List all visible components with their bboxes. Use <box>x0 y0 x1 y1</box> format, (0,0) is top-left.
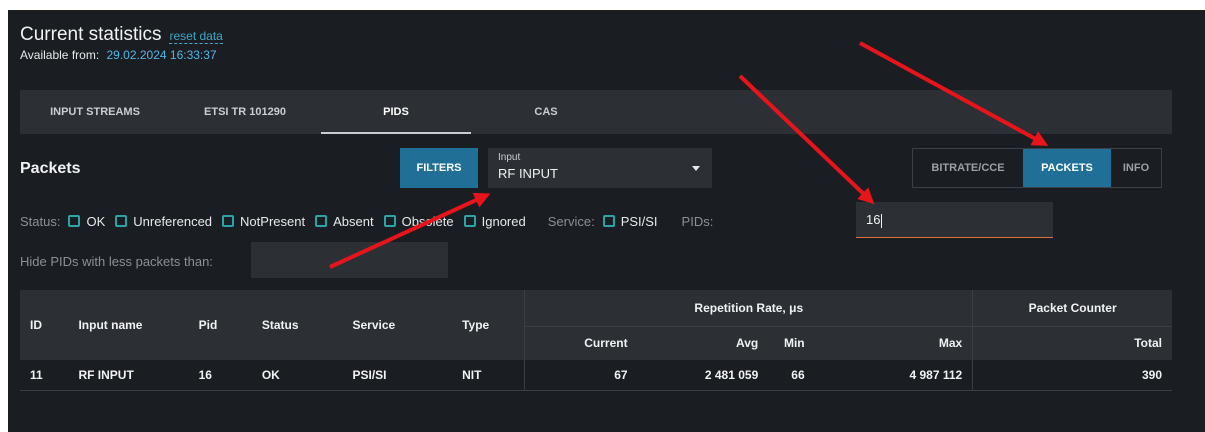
page-title: Current statistics <box>20 24 162 45</box>
tab-cas[interactable]: CAS <box>471 90 621 134</box>
cell-status: OK <box>251 360 343 391</box>
pids-table: ID Input name Pid Status Service Type Re… <box>20 290 1172 391</box>
view-packets-button[interactable]: PACKETS <box>1023 149 1111 187</box>
col-current: Current <box>524 325 638 360</box>
hide-pids-input[interactable] <box>251 242 448 278</box>
absent-checkbox[interactable] <box>315 215 328 227</box>
col-type: Type <box>452 290 525 360</box>
absent-label: Absent <box>333 213 374 229</box>
chevron-down-icon <box>692 166 700 171</box>
view-bitrate-button[interactable]: BITRATE/CCE <box>913 149 1023 187</box>
notpresent-checkbox[interactable] <box>222 215 235 227</box>
pids-input-value: 16 <box>866 212 881 227</box>
pids-input[interactable]: 16 <box>856 202 1053 238</box>
service-filter-label: Service: <box>547 213 595 229</box>
input-select-value: RF INPUT <box>498 166 558 181</box>
obsolete-checkbox[interactable] <box>383 215 396 227</box>
statistics-app: Current statistics reset data Available … <box>8 10 1205 432</box>
cell-pid: 16 <box>188 360 252 391</box>
pids-filter-label: PIDs: <box>681 213 714 229</box>
available-date: 29.02.2024 16:33:37 <box>106 48 217 62</box>
cell-max: 4 987 112 <box>814 360 973 391</box>
cell-total: 390 <box>972 360 1172 391</box>
psisi-label: PSI/SI <box>620 213 658 229</box>
tab-pids[interactable]: PIDS <box>321 90 471 134</box>
notpresent-label: NotPresent <box>240 213 306 229</box>
psisi-checkbox[interactable] <box>602 215 615 227</box>
ok-checkbox[interactable] <box>68 215 81 227</box>
col-min: Min <box>768 325 815 360</box>
available-label: Available from: <box>20 48 100 62</box>
input-select[interactable]: Input RF INPUT <box>488 148 712 188</box>
col-group-packet-counter: Packet Counter <box>972 290 1172 326</box>
ok-label: OK <box>86 213 106 229</box>
view-info-button[interactable]: INFO <box>1111 149 1161 187</box>
col-input-name: Input name <box>68 290 189 360</box>
view-toggle: BITRATE/CCE PACKETS INFO <box>912 148 1162 188</box>
tab-input-streams[interactable]: INPUT STREAMS <box>20 90 170 134</box>
col-total: Total <box>972 325 1172 360</box>
input-select-label: Input <box>498 152 521 163</box>
reset-data-link[interactable]: reset data <box>169 29 223 44</box>
unreferenced-checkbox[interactable] <box>115 215 128 227</box>
cell-current: 67 <box>524 360 638 391</box>
ignored-checkbox[interactable] <box>463 215 476 227</box>
tab-etsi[interactable]: ETSI TR 101290 <box>170 90 320 134</box>
unreferenced-label: Unreferenced <box>133 213 213 229</box>
col-pid: Pid <box>188 290 252 360</box>
text-caret <box>881 213 883 228</box>
col-status: Status <box>251 290 343 360</box>
page-header: Current statistics reset data Available … <box>20 24 223 62</box>
available-from: Available from: 29.02.2024 16:33:37 <box>20 48 223 62</box>
ignored-label: Ignored <box>481 213 526 229</box>
status-filter-label: Status: <box>20 213 61 229</box>
cell-id: 11 <box>20 360 69 391</box>
col-avg: Avg <box>637 325 769 360</box>
obsolete-label: Obsolete <box>401 213 454 229</box>
cell-avg: 2 481 059 <box>637 360 769 391</box>
col-max: Max <box>814 325 973 360</box>
filters-button[interactable]: FILTERS <box>400 148 478 188</box>
cell-service: PSI/SI <box>342 360 453 391</box>
cell-min: 66 <box>768 360 815 391</box>
section-title: Packets <box>20 160 81 177</box>
cell-input-name: RF INPUT <box>68 360 189 391</box>
hide-pids-label: Hide PIDs with less packets than: <box>20 254 213 269</box>
col-group-repetition: Repetition Rate, μs <box>524 290 973 326</box>
status-filter-row: Status: OK Unreferenced NotPresent Absen… <box>20 210 713 232</box>
main-tabs: INPUT STREAMS ETSI TR 101290 PIDS CAS <box>20 90 1172 134</box>
col-service: Service <box>342 290 453 360</box>
col-id: ID <box>20 290 69 360</box>
table-row[interactable]: 11 RF INPUT 16 OK PSI/SI NIT 67 2 481 05… <box>20 360 1172 391</box>
cell-type: NIT <box>452 360 525 391</box>
